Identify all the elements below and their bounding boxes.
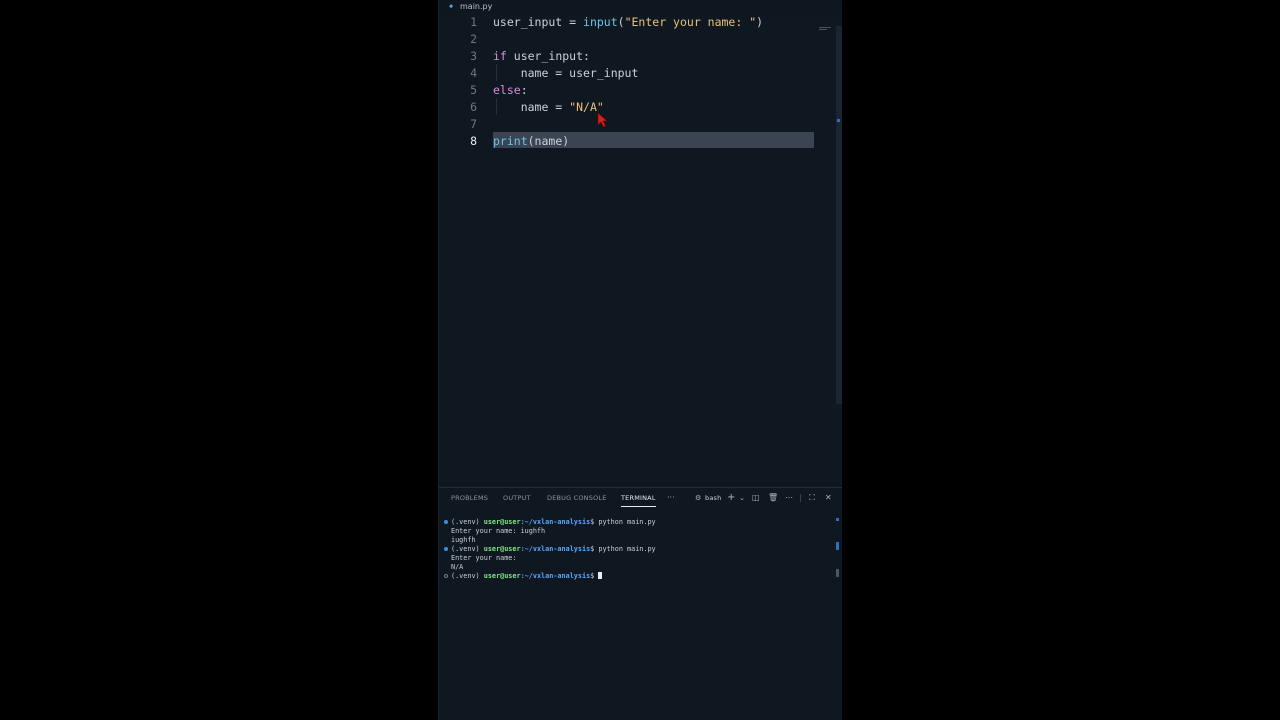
code-line[interactable]: 8 print(name) xyxy=(439,133,814,150)
command-success-icon[interactable] xyxy=(444,520,448,524)
command-success-icon[interactable] xyxy=(444,547,448,551)
dropdown-icon[interactable]: ⌄ xyxy=(739,488,745,508)
code-token: ( xyxy=(617,15,625,29)
terminal-line: iughfh xyxy=(451,536,476,544)
code-token: else xyxy=(493,83,521,97)
code-token: name = user_input xyxy=(493,66,639,80)
code-line[interactable]: 7 xyxy=(439,116,814,133)
scrollbar-marker xyxy=(836,518,839,521)
python-file-icon: ◆ xyxy=(449,2,454,10)
separator: | xyxy=(799,493,802,502)
add-terminal-icon[interactable]: + xyxy=(727,488,735,508)
code-token: print xyxy=(493,134,528,148)
command-pending-icon[interactable] xyxy=(444,574,448,578)
line-number: 3 xyxy=(470,49,477,63)
tab-label: main.py xyxy=(460,2,493,11)
code-text: name = "N/A" xyxy=(493,99,604,116)
code-token: (name) xyxy=(527,134,570,148)
bottom-panel: PROBLEMS OUTPUT DEBUG CONSOLE TERMINAL ·… xyxy=(439,487,842,720)
scrollbar-marker xyxy=(837,119,840,122)
line-number: 2 xyxy=(470,32,477,46)
code-line[interactable]: 3 if user_input: xyxy=(439,48,814,65)
shell-name[interactable]: bash xyxy=(705,488,721,508)
code-text: user_input = input("Enter your name: ") xyxy=(493,14,763,31)
more-tabs-icon[interactable]: ··· xyxy=(667,488,675,508)
tab-terminal[interactable]: TERMINAL xyxy=(621,488,656,508)
split-terminal-icon[interactable]: ◫ xyxy=(752,488,760,508)
code-text: print(name) xyxy=(493,133,569,150)
tab-output[interactable]: OUTPUT xyxy=(503,488,531,508)
line-number: 7 xyxy=(470,117,477,131)
code-line[interactable]: 6 name = "N/A" xyxy=(439,99,814,116)
tab-main-py[interactable]: ◆ main.py xyxy=(449,0,492,13)
scrollbar-marker xyxy=(836,569,839,577)
editor-scrollbar[interactable] xyxy=(836,26,842,404)
code-token: user_input: xyxy=(506,49,590,63)
mouse-pointer-icon xyxy=(597,112,608,128)
terminal-output[interactable]: (.venv) user@user:~/vxlan-analysis$ pyth… xyxy=(439,516,842,716)
maximize-panel-icon[interactable]: ⛶ xyxy=(809,488,815,508)
code-token: "Enter your name: " xyxy=(624,15,757,29)
code-token: ) xyxy=(756,15,764,29)
terminal-line: (.venv) user@user:~/vxlan-analysis$ pyth… xyxy=(451,518,656,526)
terminal-prompt: (.venv) user@user:~/vxlan-analysis$ xyxy=(451,572,603,581)
terminal-line: N/A xyxy=(451,563,464,571)
code-line[interactable]: 1 user_input = input("Enter your name: ") xyxy=(439,14,814,31)
code-text: else: xyxy=(493,82,528,99)
code-text: if user_input: xyxy=(493,48,590,65)
tab-debug-console[interactable]: DEBUG CONSOLE xyxy=(547,488,607,508)
line-number: 8 xyxy=(470,134,477,148)
editor-tab-bar: ◆ main.py xyxy=(439,0,842,13)
close-panel-icon[interactable]: ✕ xyxy=(825,488,832,508)
scrollbar-marker xyxy=(836,542,839,550)
code-token: input xyxy=(583,15,618,29)
vscode-window: ◆ main.py 1 user_input = input("Enter you… xyxy=(439,0,842,720)
panel-tab-bar: PROBLEMS OUTPUT DEBUG CONSOLE TERMINAL ·… xyxy=(439,488,842,508)
code-line[interactable]: 4 name = user_input xyxy=(439,65,814,82)
trash-icon[interactable]: 🗑 xyxy=(768,488,778,508)
code-token: user_input = xyxy=(493,15,584,29)
code-line[interactable]: 5 else: xyxy=(439,82,814,99)
more-actions-icon[interactable]: ⋯ xyxy=(785,488,793,508)
terminal-line: (.venv) user@user:~/vxlan-analysis$ pyth… xyxy=(451,545,656,553)
terminal-line: Enter your name: iughfh xyxy=(451,527,546,535)
line-number: 5 xyxy=(470,83,477,97)
tab-problems[interactable]: PROBLEMS xyxy=(451,488,488,508)
line-number: 4 xyxy=(470,66,477,80)
code-token: : xyxy=(520,83,528,97)
line-number: 1 xyxy=(470,15,477,29)
code-token: if xyxy=(493,49,507,63)
code-text: name = user_input xyxy=(493,65,639,82)
terminal-caret xyxy=(598,572,603,579)
code-token: name = xyxy=(493,100,570,114)
terminal-icon: ⚙ xyxy=(695,494,702,502)
minimap[interactable] xyxy=(819,27,831,31)
code-editor[interactable]: 1 user_input = input("Enter your name: ")… xyxy=(439,13,842,490)
line-number: 6 xyxy=(470,100,477,114)
code-line[interactable]: 2 xyxy=(439,31,814,48)
terminal-line: Enter your name: xyxy=(451,554,517,562)
